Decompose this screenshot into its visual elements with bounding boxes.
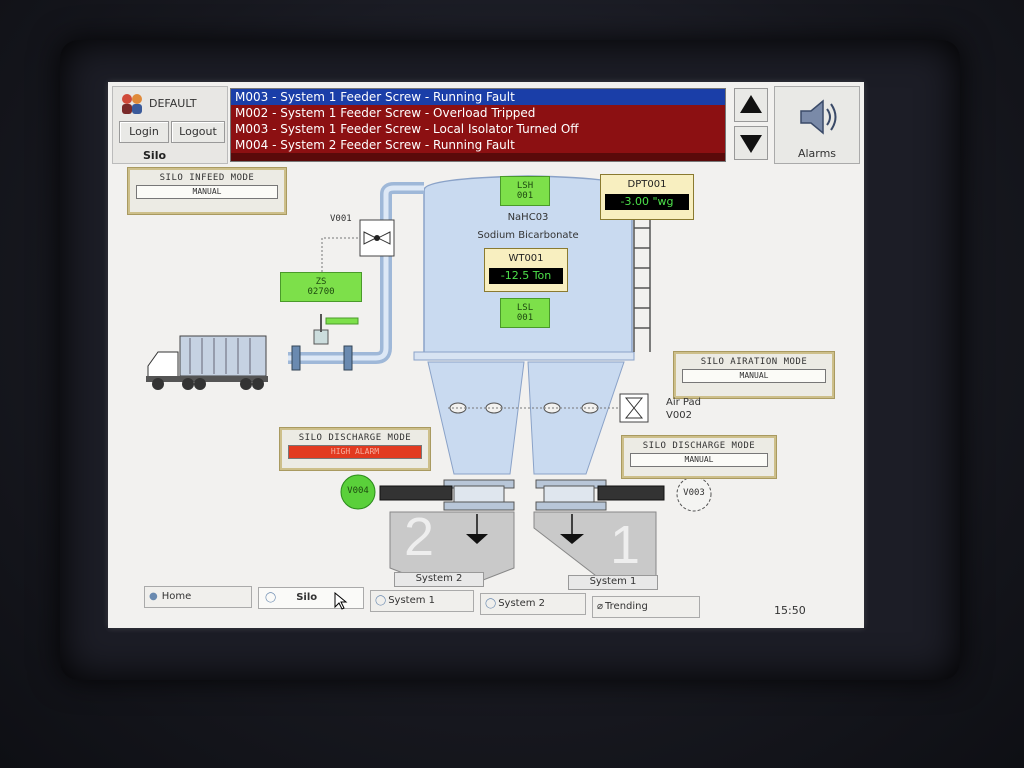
feeder-screw-1 [597,485,665,501]
mode-title: SILO INFEED MODE [159,173,255,183]
silo-infeed-mode-panel[interactable]: SILO INFEED MODE MANUAL [128,168,286,214]
tab-system-2[interactable]: ◯ System 2 [480,593,586,615]
trend-icon: ⌀ [597,601,604,612]
dpt001-display[interactable]: DPT001 -3.00 "wg [600,174,694,220]
system-1-label: System 1 [568,575,658,590]
dpt001-tag: DPT001 [627,179,667,190]
wt001-display[interactable]: WT001 -12.5 Ton [484,248,568,292]
tab-silo[interactable]: ◯ Silo [258,587,364,609]
mode-value: MANUAL [682,369,826,383]
hopper-right [527,361,625,475]
v002-label: Air Pad V002 [666,397,701,421]
system-1-tab-icon: ◯ [375,595,387,606]
dpt001-value: -3.00 "wg [605,194,689,210]
mode-value-alarm: HIGH ALARM [288,445,422,459]
tab-home[interactable]: ● Home [144,586,252,608]
system-2-label: System 2 [394,572,484,587]
lsl-001-indicator[interactable]: LSL 001 [500,298,550,328]
hmi-screen: DEFAULT Login Logout Silo M003 - System … [108,82,864,628]
tab-label: Trending [605,601,648,612]
silo-airation-mode-panel[interactable]: SILO AIRATION MODE MANUAL [674,352,834,398]
product-name: Sodium Bicarbonate [477,230,579,241]
tab-label: Home [161,591,192,602]
silo-ledge [413,351,635,361]
truck-icon [146,335,268,390]
tab-label: System 2 [498,598,546,609]
hopper-left [427,361,525,475]
clock: 15:50 [774,604,806,617]
mode-title: SILO AIRATION MODE [700,357,808,367]
silo-discharge-mode-panel-left[interactable]: SILO DISCHARGE MODE HIGH ALARM [280,428,430,470]
tab-label: Silo [296,592,318,603]
zs-02700-indicator[interactable]: ZS 02700 [280,272,362,302]
tab-trending[interactable]: ⌀ Trending [592,596,700,618]
tab-system-1[interactable]: ◯ System 1 [370,590,474,612]
home-icon: ● [149,591,158,602]
silo-tab-icon: ◯ [265,592,277,603]
ladder [633,214,651,352]
tab-label: System 1 [388,595,436,606]
v003-label: V003 [683,488,705,498]
system-1-number: 1 [610,515,641,575]
mode-title: SILO DISCHARGE MODE [642,441,756,451]
mouse-cursor-icon [334,592,348,610]
mode-title: SILO DISCHARGE MODE [298,433,412,443]
mode-value: MANUAL [136,185,278,199]
v004-label: V004 [347,486,369,496]
system-2-number: 2 [404,507,435,567]
wt001-value: -12.5 Ton [489,268,563,284]
wt001-tag: WT001 [508,253,544,264]
silo-discharge-mode-panel-right[interactable]: SILO DISCHARGE MODE MANUAL [622,436,776,478]
feeder-screw-2 [379,485,453,501]
mode-value: MANUAL [630,453,768,467]
system-2-tab-icon: ◯ [485,598,497,609]
process-diagram [146,175,712,583]
lsh-001-indicator[interactable]: LSH 001 [500,176,550,206]
v001-label: V001 [330,214,352,224]
